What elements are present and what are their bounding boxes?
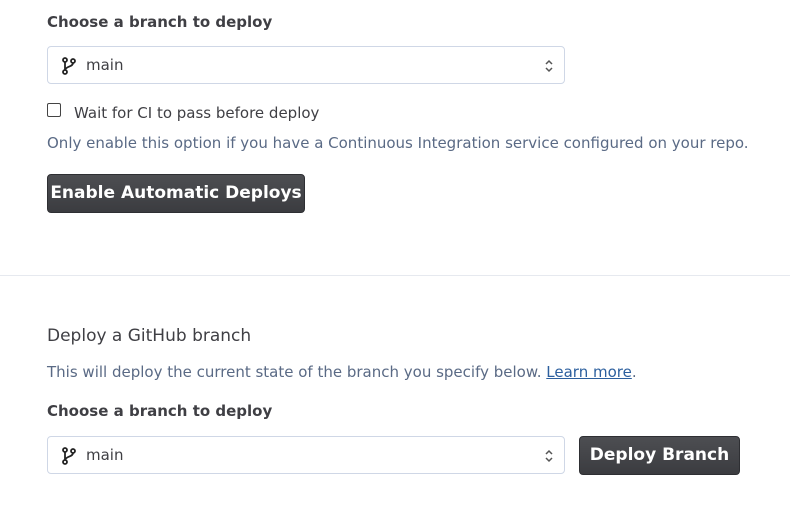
git-branch-icon (62, 447, 76, 465)
manual-deploy-title: Deploy a GitHub branch (47, 326, 252, 346)
enable-automatic-deploys-button[interactable]: Enable Automatic Deploys (47, 174, 305, 213)
git-branch-icon (62, 57, 76, 75)
manual-deploy-branch-select[interactable]: main (47, 436, 565, 474)
auto-deploy-branch-label: Choose a branch to deploy (47, 13, 273, 31)
auto-deploy-branch-value: main (86, 56, 124, 74)
wait-for-ci-checkbox[interactable] (47, 103, 61, 117)
chevron-up-down-icon (545, 449, 553, 463)
deploy-settings-page: Choose a branch to deploy main Wait for … (0, 0, 790, 517)
manual-deploy-description: This will deploy the current state of th… (47, 363, 637, 381)
section-divider (0, 275, 790, 276)
learn-more-link[interactable]: Learn more (546, 363, 632, 381)
ci-help-text: Only enable this option if you have a Co… (47, 134, 749, 152)
manual-deploy-description-text: This will deploy the current state of th… (47, 363, 542, 381)
description-period: . (631, 363, 637, 381)
chevron-up-down-icon (545, 59, 553, 73)
auto-deploy-branch-select[interactable]: main (47, 46, 565, 84)
deploy-branch-button[interactable]: Deploy Branch (579, 436, 740, 475)
manual-deploy-branch-label: Choose a branch to deploy (47, 402, 273, 420)
wait-for-ci-label[interactable]: Wait for CI to pass before deploy (74, 104, 319, 122)
manual-deploy-branch-value: main (86, 446, 124, 464)
